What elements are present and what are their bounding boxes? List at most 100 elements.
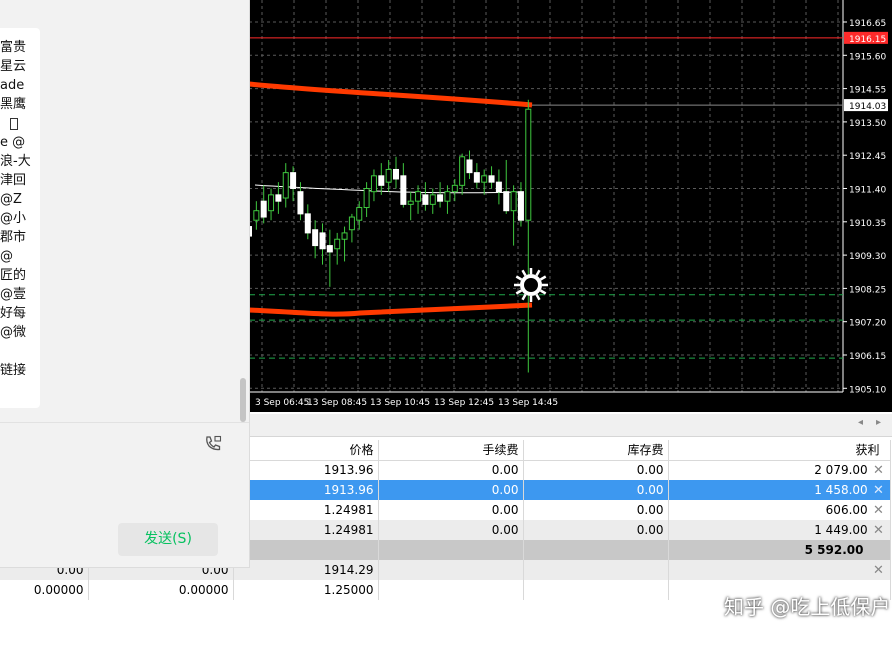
price-axis-label: 1914.55 <box>849 86 886 96</box>
time-axis-label: 13 Sep 14:45 <box>498 398 558 408</box>
candle-body <box>517 191 524 221</box>
sun-ray <box>535 293 541 301</box>
price-cell: 1.24981 <box>233 520 379 540</box>
sun-ray <box>521 293 527 301</box>
candle-body <box>312 229 319 247</box>
candle-body <box>407 200 414 205</box>
candle-body <box>253 210 260 221</box>
chat-window: 富贵 星云 ade 黑鹰 e @ 浪-大 津回 @Z @小 郡市 @ 匠的 @壹… <box>0 0 250 568</box>
pending-tp: 0.00000 <box>88 580 234 600</box>
col-swap[interactable]: 库存费 <box>523 440 669 461</box>
sun-ray <box>539 289 547 295</box>
profit-cell: 606.00 <box>825 502 868 517</box>
candle-body <box>326 245 333 253</box>
candle-body <box>282 172 289 199</box>
message-line: @ <box>0 249 13 264</box>
time-axis-label: 3 Sep 06:45 <box>255 398 309 408</box>
message-line: e @ <box>0 135 26 150</box>
commission-cell: 0.00 <box>378 480 524 500</box>
candle-body <box>319 232 326 250</box>
sun-ray <box>539 275 547 281</box>
message-line: @小 <box>0 211 27 226</box>
swap-cell: 0.00 <box>523 460 669 480</box>
candle-body <box>525 108 532 221</box>
close-position-icon[interactable]: ✕ <box>872 463 886 478</box>
time-axis-label: 13 Sep 12:45 <box>434 398 494 408</box>
price-axis-label: 1911.40 <box>849 186 886 196</box>
close-position-icon[interactable]: ✕ <box>872 503 886 518</box>
message-line: 富贵 <box>0 40 27 55</box>
scroll-left-button[interactable]: ◂ <box>858 417 863 428</box>
time-axis-label: 13 Sep 08:45 <box>307 398 367 408</box>
candle-body <box>363 188 370 209</box>
candle-body <box>393 168 399 180</box>
candle-body <box>429 194 436 205</box>
pending-sl: 0.00000 <box>0 580 89 600</box>
message-line: @Z <box>0 192 22 207</box>
message-line: 星云 <box>0 59 27 74</box>
delete-order-icon[interactable]: ✕ <box>872 563 886 578</box>
sun-ray <box>515 275 523 281</box>
price-axis-label: 1906.15 <box>849 352 886 362</box>
message-line: @微 <box>0 325 27 340</box>
candle-body <box>290 172 297 189</box>
candle-body <box>510 191 517 212</box>
sun-core <box>524 278 538 292</box>
sun-ray <box>535 269 541 277</box>
swap-cell: 0.00 <box>523 480 669 500</box>
message-line: 链接 <box>0 363 27 378</box>
candle-body <box>348 216 355 231</box>
candle-body <box>304 213 311 234</box>
price-axis-label: 1910.35 <box>849 219 886 229</box>
message-line: 津回 <box>0 173 27 188</box>
candle-body <box>451 184 458 193</box>
sun-ray <box>515 289 523 295</box>
price-axis-label: 1913.50 <box>849 119 886 129</box>
upper-band <box>248 81 533 108</box>
pending-price: 1.25000 <box>233 580 379 600</box>
divider <box>0 422 249 423</box>
voice-call-icon[interactable] <box>203 434 223 454</box>
candle-body <box>341 232 348 240</box>
sun-ray <box>521 269 527 277</box>
message-line: ade <box>0 78 25 93</box>
candle-body <box>356 207 363 221</box>
price-axis-label: 1912.45 <box>849 152 886 162</box>
commission-cell: 0.00 <box>378 520 524 540</box>
candle-body <box>275 194 282 202</box>
profit-cell: 1 449.00 <box>814 522 868 537</box>
candle-body <box>503 191 510 212</box>
candle-body <box>488 175 495 183</box>
commission-cell: 0.00 <box>378 500 524 520</box>
col-commission[interactable]: 手续费 <box>378 440 524 461</box>
candle-body <box>400 175 407 205</box>
candle-body <box>297 191 304 215</box>
close-position-icon[interactable]: ✕ <box>872 523 886 538</box>
time-axis-label: 13 Sep 10:45 <box>370 398 430 408</box>
col-price[interactable]: 价格 <box>233 440 379 461</box>
price-cell: 1913.96 <box>233 460 379 480</box>
scroll-right-button[interactable]: ▸ <box>876 417 881 428</box>
candle-body <box>422 194 429 205</box>
price-cell: 1.24981 <box>233 500 379 520</box>
swap-cell: 0.00 <box>523 520 669 540</box>
close-position-icon[interactable]: ✕ <box>872 483 886 498</box>
candle-body <box>466 159 473 174</box>
send-button[interactable]: 发送(S) <box>118 523 218 556</box>
price-axis-label: 1905.10 <box>849 385 886 395</box>
price-axis-label: 1916.65 <box>849 19 886 29</box>
candle-body <box>260 200 267 218</box>
price-axis-label: 1915.60 <box>849 52 886 62</box>
profit-cell: 1 458.00 <box>814 482 868 497</box>
message-line: 匠的 <box>0 268 27 283</box>
candle-body <box>459 156 466 186</box>
candle-body <box>437 194 444 202</box>
candle-body <box>385 168 392 183</box>
price-cell: 1913.96 <box>233 480 379 500</box>
message-line: @壹 <box>0 287 27 302</box>
total-profit: 5 592.00 <box>668 540 891 560</box>
candle-body <box>334 238 341 250</box>
bid-price-label: 1916.15 <box>849 35 886 45</box>
col-profit[interactable]: 获利 <box>668 440 891 461</box>
chat-scrollbar[interactable] <box>240 378 246 422</box>
